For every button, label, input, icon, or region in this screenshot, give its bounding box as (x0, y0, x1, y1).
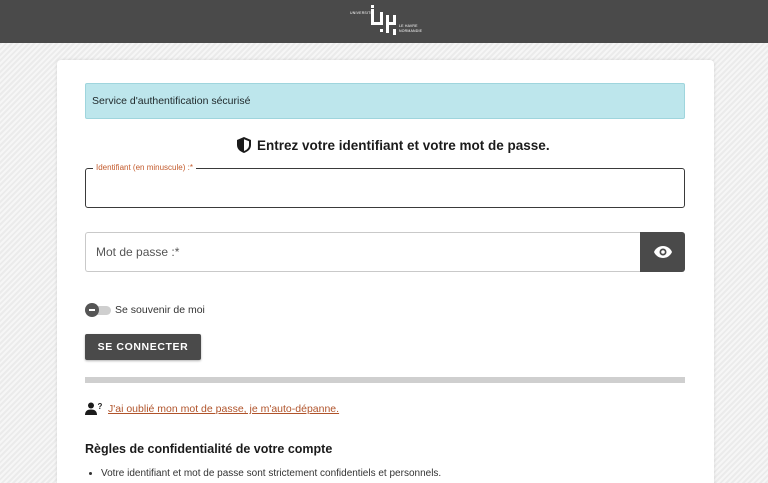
divider-bar (85, 377, 685, 383)
info-alert: Service d'authentification sécurisé (85, 83, 685, 119)
show-password-button[interactable] (640, 232, 685, 272)
password-field[interactable] (85, 232, 641, 272)
password-input[interactable] (86, 233, 641, 271)
university-logo[interactable]: UNIVERSITÉ LE HAVRE NORMANDIE (350, 3, 432, 39)
username-label: Identifiant (en minuscule) :* (93, 162, 196, 173)
svg-text:?: ? (98, 402, 103, 411)
logo-text-region: NORMANDIE (399, 29, 423, 33)
username-field[interactable] (85, 168, 685, 208)
university-logo-icon (371, 5, 396, 35)
login-button[interactable]: SE CONNECTER (85, 334, 201, 360)
remember-me-label: Se souvenir de moi (115, 304, 205, 316)
privacy-rules-title: Règles de confidentialité de votre compt… (85, 442, 333, 456)
form-heading: Entrez votre identifiant et votre mot de… (237, 135, 550, 155)
forgot-password-link[interactable]: J'ai oublié mon mot de passe, je m'auto-… (108, 403, 339, 415)
shield-icon (237, 137, 251, 153)
privacy-rules-list: Votre identifiant et mot de passe sont s… (101, 468, 681, 483)
logo-text-city: LE HAVRE (399, 24, 418, 28)
eye-icon (653, 246, 672, 258)
logo-text-university: UNIVERSITÉ (350, 11, 374, 15)
list-item: Votre identifiant et mot de passe sont s… (101, 468, 681, 479)
remember-me[interactable]: Se souvenir de moi (85, 302, 205, 318)
username-input[interactable] (86, 169, 684, 207)
user-question-icon: ? (85, 402, 103, 415)
form-heading-text: Entrez votre identifiant et votre mot de… (257, 137, 550, 153)
forgot-password[interactable]: ? J'ai oublié mon mot de passe, je m'aut… (85, 401, 339, 417)
top-bar: UNIVERSITÉ LE HAVRE NORMANDIE (0, 0, 768, 43)
remember-me-toggle[interactable] (85, 303, 111, 317)
